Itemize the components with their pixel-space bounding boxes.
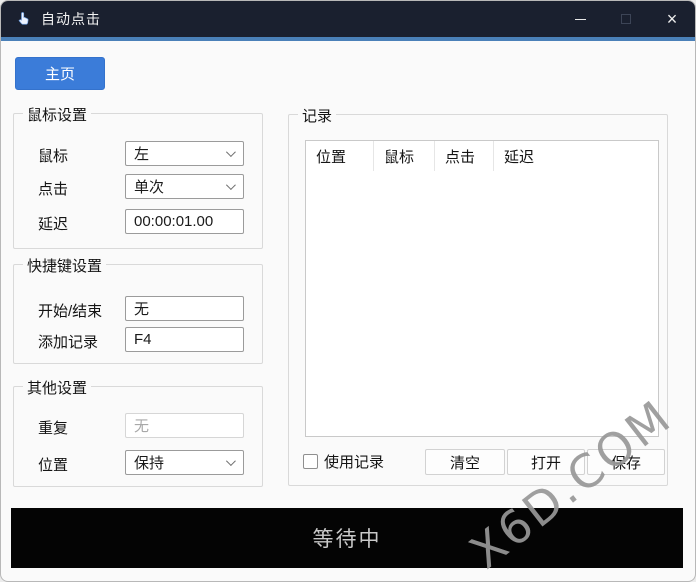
mouse-button-select[interactable]: 左 — [125, 141, 244, 166]
titlebar: 自动点击 × — [1, 1, 695, 37]
maximize-button — [603, 1, 649, 37]
caption-buttons: × — [557, 1, 695, 37]
chevron-down-icon — [226, 147, 236, 157]
use-records-checkbox-row[interactable]: 使用记录 — [303, 451, 384, 472]
window-title: 自动点击 — [41, 9, 101, 29]
delay-label: 延迟 — [38, 213, 68, 234]
hand-cursor-icon — [14, 10, 32, 28]
startstop-label: 开始/结束 — [38, 300, 102, 321]
click-label: 点击 — [38, 178, 68, 199]
open-button[interactable]: 打开 — [507, 449, 585, 475]
records-title: 记录 — [298, 105, 336, 126]
mouse-settings-title: 鼠标设置 — [23, 104, 91, 125]
close-icon: × — [667, 10, 678, 28]
other-settings-group: 其他设置 重复 位置 保持 — [13, 386, 263, 487]
accent-line — [1, 37, 695, 41]
mouse-settings-group: 鼠标设置 鼠标 左 点击 单次 延迟 — [13, 113, 263, 249]
other-settings-title: 其他设置 — [23, 377, 91, 398]
column-header-click[interactable]: 点击 — [435, 141, 494, 171]
repeat-input — [125, 413, 244, 438]
status-text: 等待中 — [313, 523, 382, 553]
addrecord-hotkey-input[interactable] — [125, 327, 244, 352]
position-label: 位置 — [38, 454, 68, 475]
status-bar: 等待中 — [11, 508, 683, 568]
app-window: 自动点击 × 主页 鼠标设置 鼠标 左 点击 单次 延迟 — [0, 0, 696, 582]
chevron-down-icon — [226, 180, 236, 190]
position-select[interactable]: 保持 — [125, 450, 244, 475]
use-records-label: 使用记录 — [324, 451, 384, 472]
click-type-select[interactable]: 单次 — [125, 174, 244, 199]
column-header-mouse[interactable]: 鼠标 — [374, 141, 435, 171]
minimize-button[interactable] — [557, 1, 603, 37]
chevron-down-icon — [226, 456, 236, 466]
addrecord-label: 添加记录 — [38, 331, 98, 352]
repeat-label: 重复 — [38, 417, 68, 438]
home-tab-button[interactable]: 主页 — [15, 57, 105, 90]
column-header-delay[interactable]: 延迟 — [494, 141, 658, 171]
maximize-icon — [621, 14, 631, 24]
close-button[interactable]: × — [649, 1, 695, 37]
clear-button[interactable]: 清空 — [425, 449, 505, 475]
position-value: 保持 — [134, 452, 164, 473]
use-records-checkbox[interactable] — [303, 454, 318, 469]
mouse-label: 鼠标 — [38, 145, 68, 166]
records-group: 记录 位置 鼠标 点击 延迟 使用记录 清空 打开 保存 — [288, 114, 668, 486]
minimize-icon — [575, 19, 586, 20]
save-button[interactable]: 保存 — [587, 449, 665, 475]
records-list[interactable]: 位置 鼠标 点击 延迟 — [305, 140, 659, 437]
records-list-header: 位置 鼠标 点击 延迟 — [306, 141, 658, 171]
column-header-position[interactable]: 位置 — [306, 141, 374, 171]
hotkey-settings-title: 快捷键设置 — [23, 255, 106, 276]
hotkey-settings-group: 快捷键设置 开始/结束 添加记录 — [13, 264, 263, 364]
mouse-button-value: 左 — [134, 143, 149, 164]
click-type-value: 单次 — [134, 176, 164, 197]
startstop-hotkey-input[interactable] — [125, 296, 244, 321]
delay-input[interactable] — [125, 209, 244, 234]
